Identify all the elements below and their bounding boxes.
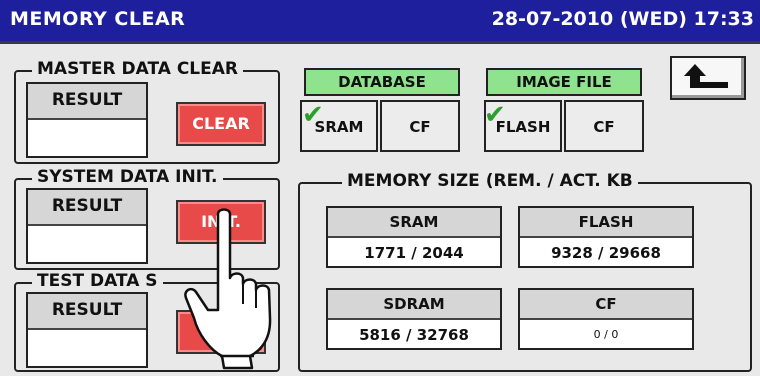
title-bar: MEMORY CLEAR 28-07-2010 (WED) 17:33 xyxy=(0,0,760,44)
memory-clear-screen: MEMORY CLEAR 28-07-2010 (WED) 17:33 MAST… xyxy=(0,0,760,376)
screen-title: MEMORY CLEAR xyxy=(10,8,186,30)
memory-sram-button[interactable]: SRAM 1771 / 2044 xyxy=(326,206,502,268)
master-data-clear-group: MASTER DATA CLEAR RESULT CLEAR xyxy=(14,59,280,164)
pointing-hand-icon xyxy=(184,208,272,370)
system-data-init-legend: SYSTEM DATA INIT. xyxy=(32,167,223,187)
memory-flash-value: 9328 / 29668 xyxy=(551,244,661,262)
memory-sdram-label: SDRAM xyxy=(328,290,500,320)
memory-sdram-value: 5816 / 32768 xyxy=(359,326,469,344)
database-checkmark-icon: ✔ xyxy=(302,100,324,130)
test-data-legend: TEST DATA S xyxy=(32,271,163,291)
result-label: RESULT xyxy=(28,84,146,120)
image-file-cf-label: CF xyxy=(593,118,615,136)
test-data-result-button[interactable]: RESULT xyxy=(26,292,148,368)
datetime-display: 28-07-2010 (WED) 17:33 xyxy=(491,8,754,30)
master-data-result-button[interactable]: RESULT xyxy=(26,82,148,158)
result-label: RESULT xyxy=(28,294,146,330)
result-label: RESULT xyxy=(28,190,146,226)
database-cf-button[interactable]: CF xyxy=(380,100,460,152)
image-file-checkmark-icon: ✔ xyxy=(484,100,506,130)
memory-size-legend: MEMORY SIZE (REM. / ACT. KB xyxy=(342,171,638,191)
system-data-result-button[interactable]: RESULT xyxy=(26,188,148,264)
memory-flash-button[interactable]: FLASH 9328 / 29668 xyxy=(518,206,694,268)
master-data-clear-legend: MASTER DATA CLEAR xyxy=(32,59,244,79)
memory-cf-button[interactable]: CF 0 / 0 xyxy=(518,288,694,350)
clear-button[interactable]: CLEAR xyxy=(176,102,266,146)
memory-size-group: MEMORY SIZE (REM. / ACT. KB SRAM 1771 / … xyxy=(298,171,752,372)
memory-flash-label: FLASH xyxy=(520,208,692,238)
memory-sram-label: SRAM xyxy=(328,208,500,238)
image-file-tab: IMAGE FILE xyxy=(486,68,642,96)
database-tab: DATABASE xyxy=(304,68,460,96)
memory-cf-value: 0 / 0 xyxy=(593,328,619,341)
memory-sdram-button[interactable]: SDRAM 5816 / 32768 xyxy=(326,288,502,350)
memory-cf-label: CF xyxy=(520,290,692,320)
back-arrow-icon xyxy=(684,64,728,88)
back-button[interactable] xyxy=(670,56,746,100)
memory-sram-value: 1771 / 2044 xyxy=(364,244,464,262)
database-cf-label: CF xyxy=(409,118,431,136)
image-file-cf-button[interactable]: CF xyxy=(564,100,644,152)
